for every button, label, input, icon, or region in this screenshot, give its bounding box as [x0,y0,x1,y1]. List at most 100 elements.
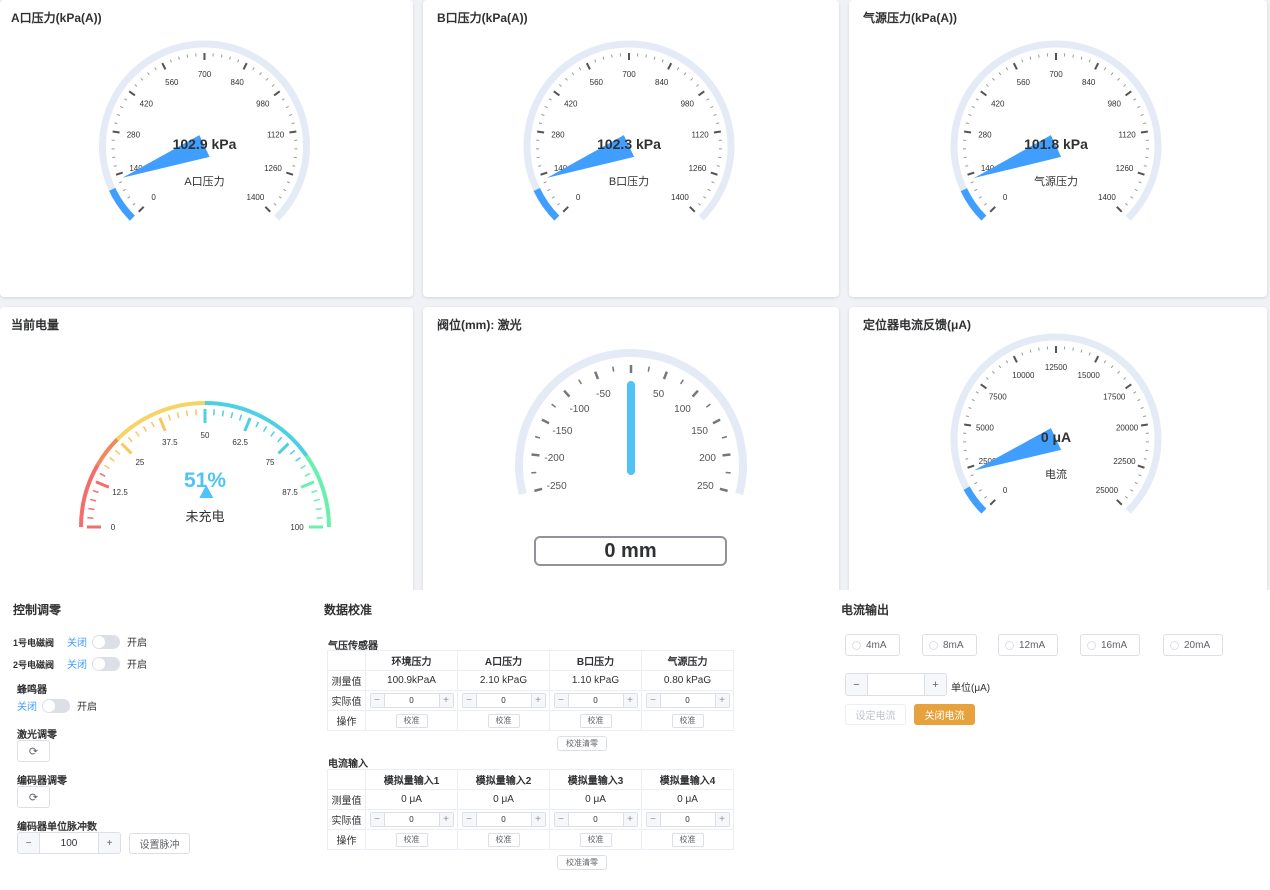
actual-value[interactable]: 0 [385,813,439,826]
major-tick [710,171,718,176]
minor-tick [289,114,293,116]
tick-label: 700 [622,70,636,79]
column-header: 环境压力 [365,650,458,671]
major-tick [585,62,591,70]
minor-tick [548,98,552,101]
decrement-button[interactable]: − [554,694,569,707]
decrement-button[interactable]: − [18,833,40,853]
calibrate-button[interactable]: 校准 [671,832,704,847]
pressure-clear-button[interactable]: 校准清零 [557,736,607,751]
minor-tick [978,489,982,492]
pulse-value[interactable]: 100 [40,833,98,853]
actual-value[interactable]: 0 [385,694,439,707]
calibrate-button[interactable]: 校准 [671,713,704,728]
calibrate-button[interactable]: 校准 [487,832,520,847]
increment-button[interactable]: + [714,813,729,826]
increment-button[interactable]: + [530,813,545,826]
actual-value[interactable]: 0 [661,813,715,826]
decrement-button[interactable]: − [370,813,385,826]
minor-tick [710,105,714,109]
minor-tick [114,122,118,125]
gauge-card-a: A口压力(kPa(A)) 0 140 280 420 560 700 840 980 1120 1… [0,0,413,297]
radio-icon [852,640,861,650]
actual-value[interactable]: 0 [477,813,531,826]
minor-tick [142,425,148,432]
minor-tick [116,114,120,116]
minor-tick [602,56,605,60]
current-option-20ma[interactable]: 20mA [1163,634,1223,656]
increment-button[interactable]: + [438,694,453,707]
major-tick [541,418,550,425]
major-tick [277,442,290,455]
increment-button[interactable]: + [530,694,545,707]
calibrate-button[interactable]: 校准 [487,713,520,728]
current-clear-button[interactable]: 校准清零 [557,855,607,870]
actual-value[interactable]: 0 [569,813,623,826]
major-tick [273,90,281,97]
minor-tick [965,165,969,167]
actual-value[interactable]: 0 [477,694,531,707]
measured-cell: 1.10 kPaG [549,670,642,691]
calibrate-button[interactable]: 校准 [579,713,612,728]
minor-tick [965,415,969,418]
set-current-button[interactable]: 设定电流 [845,704,906,725]
minor-tick [557,202,560,206]
tick-label: 1400 [247,193,265,202]
decrement-button[interactable]: − [846,674,868,695]
gauge-value: 101.8 kPa [1024,136,1088,152]
minor-tick [991,77,995,81]
decrement-button[interactable]: − [554,813,569,826]
increment-button[interactable]: + [98,833,120,853]
encoder-zero-button[interactable]: ⟳ [17,786,50,808]
minor-tick [1140,407,1144,409]
operation-row: 操作 校准 校准 校准 校准 [327,829,734,850]
minor-tick [169,59,172,63]
decrement-button[interactable]: − [462,694,477,707]
valve1-toggle[interactable] [92,634,120,649]
actual-cell: −0 + [457,809,550,830]
current-option-4ma[interactable]: 4mA [845,634,900,656]
valve2-label: 2号电磁阀 [13,660,55,670]
actual-value[interactable]: 0 [569,694,623,707]
minor-tick [127,436,133,443]
increment-button[interactable]: + [622,694,637,707]
switch-on-label: 开启 [77,702,97,713]
close-current-button[interactable]: 关闭电流 [914,704,975,725]
minor-tick [252,67,255,71]
decrement-button[interactable]: − [646,694,661,707]
calibrate-button[interactable]: 校准 [395,713,428,728]
minor-tick [1138,474,1142,477]
operation-row: 操作 校准 校准 校准 校准 [327,710,734,731]
major-tick [120,442,133,455]
increment-button[interactable]: + [924,674,946,695]
current-option-16ma[interactable]: 16mA [1080,634,1140,656]
minor-tick [965,458,969,460]
actual-cell: −0 + [457,690,550,711]
calibrate-button[interactable]: 校准 [395,832,428,847]
actual-row: 实际值 −0 + −0 + −0 + −0 + [327,690,734,711]
buzzer-toggle[interactable] [42,698,70,713]
increment-button[interactable]: + [714,694,729,707]
switch-off-label: 关闭 [17,702,37,713]
valve2-toggle[interactable] [92,656,120,671]
operation-cell: 校准 [365,829,458,850]
minor-tick [551,403,557,408]
current-option-12ma[interactable]: 12mA [998,634,1058,656]
major-tick [553,90,561,97]
gauge-progress [963,486,987,514]
laser-zero-button[interactable]: ⟳ [17,740,50,762]
actual-value[interactable]: 0 [661,694,715,707]
decrement-button[interactable]: − [462,813,477,826]
decrement-button[interactable]: − [646,813,661,826]
set-pulse-button[interactable]: 设置脉冲 [129,833,190,854]
minor-tick [167,414,172,421]
calibrate-button[interactable]: 校准 [579,832,612,847]
switch-off-label: 关闭 [67,660,87,671]
minor-tick [1021,352,1024,356]
current-option-8ma[interactable]: 8mA [922,634,977,656]
increment-button[interactable]: + [622,813,637,826]
major-tick [138,206,145,213]
current-value-input[interactable] [868,674,924,695]
decrement-button[interactable]: − [370,694,385,707]
increment-button[interactable]: + [438,813,453,826]
